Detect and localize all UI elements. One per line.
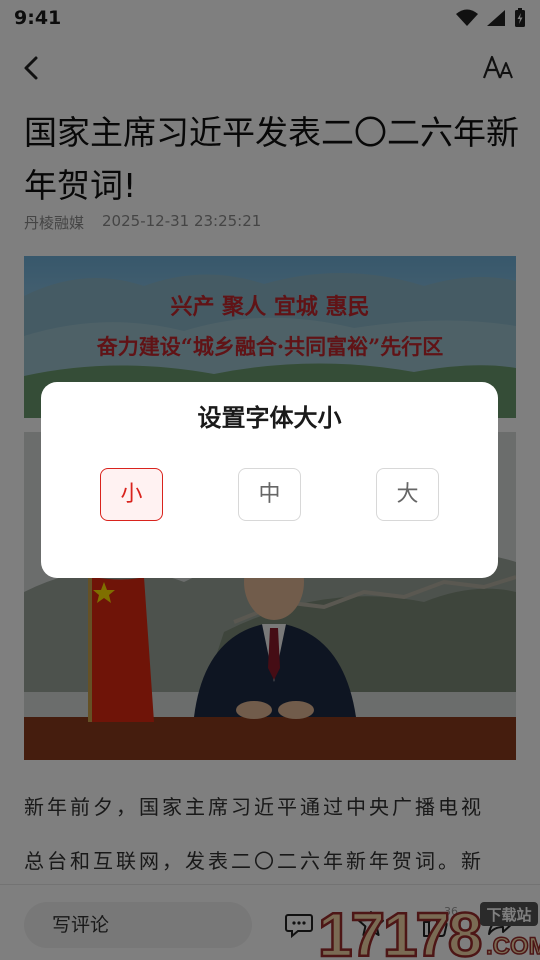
dialog-title: 设置字体大小 (197, 404, 342, 432)
font-size-large-button[interactable]: 大 (376, 468, 439, 521)
font-size-small-button[interactable]: 小 (100, 468, 163, 521)
font-size-dialog: 设置字体大小 小 中 大 (41, 382, 498, 578)
font-size-medium-button[interactable]: 中 (238, 468, 301, 521)
